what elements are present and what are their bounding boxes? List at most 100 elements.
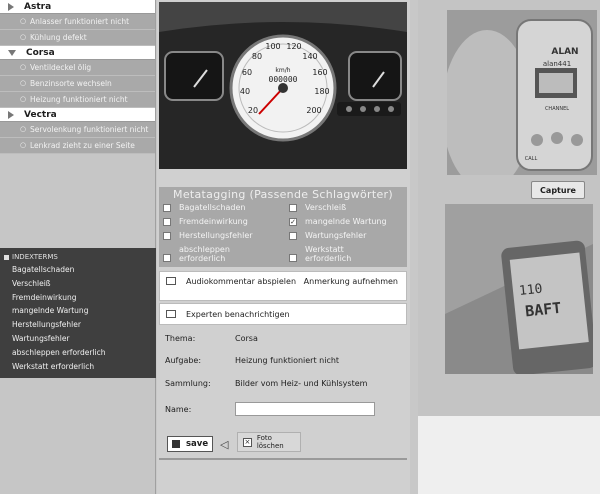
aufgabe-label: Aufgabe: xyxy=(165,356,202,365)
category-tree: Astra Anlasser funktioniert nicht Kühlun… xyxy=(0,0,155,154)
category-corsa[interactable]: Corsa xyxy=(0,46,155,60)
divider xyxy=(159,458,407,460)
gauge-tick-label: 60 xyxy=(242,68,252,77)
device-thumbnail[interactable]: 110 BAFT xyxy=(445,204,593,374)
indexterm-item[interactable]: Fremdeinwirkung xyxy=(0,291,156,305)
radio-brand: ALAN xyxy=(551,47,578,57)
bullet-square-icon xyxy=(4,254,9,260)
thema-row: Thema: Corsa xyxy=(165,334,258,343)
category-astra[interactable]: Astra xyxy=(0,0,155,14)
task-item[interactable]: Heizung funktioniert nicht xyxy=(0,92,155,108)
gauge-tick-label: 40 xyxy=(240,87,250,96)
device-screen-text: BAFT xyxy=(524,299,562,321)
indexterm-item[interactable]: abschleppen erforderlich xyxy=(0,346,156,360)
dashboard-gauges-image: 20 40 60 80 100 120 140 160 180 200 km/h… xyxy=(159,2,407,169)
thema-label: Thema: xyxy=(165,334,196,343)
tag-option[interactable]: Bagatellschaden xyxy=(163,203,289,216)
checkbox[interactable] xyxy=(289,254,297,262)
tag-label: abschleppen erforderlich xyxy=(179,245,230,263)
envelope-icon xyxy=(166,310,176,318)
indexterm-item[interactable]: mangelnde Wartung xyxy=(0,304,156,318)
task-item[interactable]: Lenkrad zieht zu einer Seite xyxy=(0,138,155,154)
indexterm-item[interactable]: Verschleiß xyxy=(0,277,156,291)
walkie-talkie-image: ALAN alan441 CHANNEL CALL xyxy=(447,10,597,175)
speaker-icon xyxy=(166,277,176,285)
tag-option[interactable]: Werkstatt erforderlich xyxy=(289,245,409,263)
indexterm-item[interactable]: Werkstatt erforderlich xyxy=(0,360,156,374)
play-audio-link[interactable]: Audiokommentar abspielen xyxy=(186,277,296,286)
checkbox[interactable] xyxy=(163,204,171,212)
radio-model: alan441 xyxy=(543,60,571,68)
odometer-readout: 000000 xyxy=(269,75,298,84)
thema-value: Corsa xyxy=(235,334,258,343)
name-row: Name: xyxy=(165,405,235,414)
capture-button[interactable]: Capture xyxy=(531,181,585,199)
save-button-label: save xyxy=(186,439,209,449)
arrow-left-icon: ◁ xyxy=(220,438,229,451)
sammlung-label: Sammlung: xyxy=(165,379,211,388)
tag-label: Bagatellschaden xyxy=(179,203,246,212)
metatagging-title: Metatagging (Passende Schlagwörter) xyxy=(173,188,393,201)
radio-thumbnail[interactable]: ALAN alan441 CHANNEL CALL xyxy=(447,10,597,175)
checkbox[interactable] xyxy=(289,204,297,212)
name-label: Name: xyxy=(165,405,192,414)
checkbox[interactable] xyxy=(163,254,171,262)
checkbox[interactable] xyxy=(163,218,171,226)
gauge-tick-label: 80 xyxy=(252,52,262,61)
main-panel: 20 40 60 80 100 120 140 160 180 200 km/h… xyxy=(157,0,410,494)
collapsed-triangle-icon[interactable] xyxy=(8,110,14,119)
radio-call-label: CALL xyxy=(525,156,538,162)
indexterms-title: INDEXTERMS xyxy=(12,253,58,261)
gauge-tick-label: 20 xyxy=(248,106,258,115)
indexterms-header: INDEXTERMS xyxy=(0,251,156,263)
tag-option[interactable]: ✓ mangelnde Wartung xyxy=(289,217,409,230)
gauge-tick-label: 180 xyxy=(314,87,329,96)
radio-channel-label: CHANNEL xyxy=(545,106,569,112)
tag-option[interactable]: Wartungsfehler xyxy=(289,231,409,244)
gauge-tick-label: 140 xyxy=(302,52,317,61)
handheld-device-image: 110 BAFT xyxy=(445,204,593,374)
indexterm-item[interactable]: Herstellungsfehler xyxy=(0,318,156,332)
close-icon: × xyxy=(243,437,252,447)
tag-label: Fremdeinwirkung xyxy=(179,217,248,226)
category-vectra[interactable]: Vectra xyxy=(0,108,155,122)
indexterms-panel: INDEXTERMS Bagatellschaden Verschleiß Fr… xyxy=(0,248,156,378)
tag-option[interactable]: Herstellungsfehler xyxy=(163,231,289,244)
aufgabe-value: Heizung funktioniert nicht xyxy=(235,356,340,365)
notify-expert-link[interactable]: Experten benachrichtigen xyxy=(186,310,290,319)
name-input[interactable] xyxy=(235,402,375,416)
metatagging-panel: Metatagging (Passende Schlagwörter) Baga… xyxy=(159,187,407,267)
audio-row: Audiokommentar abspielen Anmerkung aufne… xyxy=(159,271,407,301)
tag-option[interactable]: Verschleiß xyxy=(289,203,409,216)
gauge-tick-label: 160 xyxy=(312,68,327,77)
indexterm-item[interactable]: Wartungsfehler xyxy=(0,332,156,346)
delete-photo-button[interactable]: × Foto löschen xyxy=(237,432,301,452)
expanded-triangle-icon[interactable] xyxy=(8,49,16,56)
gauge-tick-label: 120 xyxy=(286,42,301,51)
record-note-link[interactable]: Anmerkung aufnehmen xyxy=(304,277,398,286)
tag-option[interactable]: Fremdeinwirkung xyxy=(163,217,289,230)
task-item[interactable]: Kühlung defekt xyxy=(0,30,155,46)
task-item[interactable]: Servolenkung funktioniert nicht xyxy=(0,122,155,138)
save-button[interactable]: save xyxy=(167,436,213,452)
task-item[interactable]: Anlasser funktioniert nicht xyxy=(0,14,155,30)
tag-label: mangelnde Wartung xyxy=(305,217,387,226)
gauge-tick-label: 200 xyxy=(306,106,321,115)
task-item[interactable]: Benzinsorte wechseln xyxy=(0,76,155,92)
tag-label: Werkstatt erforderlich xyxy=(305,245,352,263)
collapsed-triangle-icon[interactable] xyxy=(8,2,14,11)
checkbox[interactable] xyxy=(289,232,297,240)
aufgabe-row: Aufgabe: Heizung funktioniert nicht xyxy=(165,356,339,365)
sammlung-value: Bilder vom Heiz- und Kühlsystem xyxy=(235,379,368,388)
task-item[interactable]: Ventildeckel ölig xyxy=(0,60,155,76)
expert-row[interactable]: Experten benachrichtigen xyxy=(159,303,407,325)
right-lower-area xyxy=(418,416,600,494)
checkbox-checked[interactable]: ✓ xyxy=(289,218,297,226)
tag-option[interactable]: abschleppen erforderlich xyxy=(163,245,289,263)
category-label: Vectra xyxy=(24,109,57,120)
indexterm-item[interactable]: Bagatellschaden xyxy=(0,263,156,277)
tag-label: Verschleiß xyxy=(305,203,347,212)
checkbox[interactable] xyxy=(163,232,171,240)
tag-label: Herstellungsfehler xyxy=(179,231,253,240)
gauge-unit-label: km/h xyxy=(275,67,290,74)
